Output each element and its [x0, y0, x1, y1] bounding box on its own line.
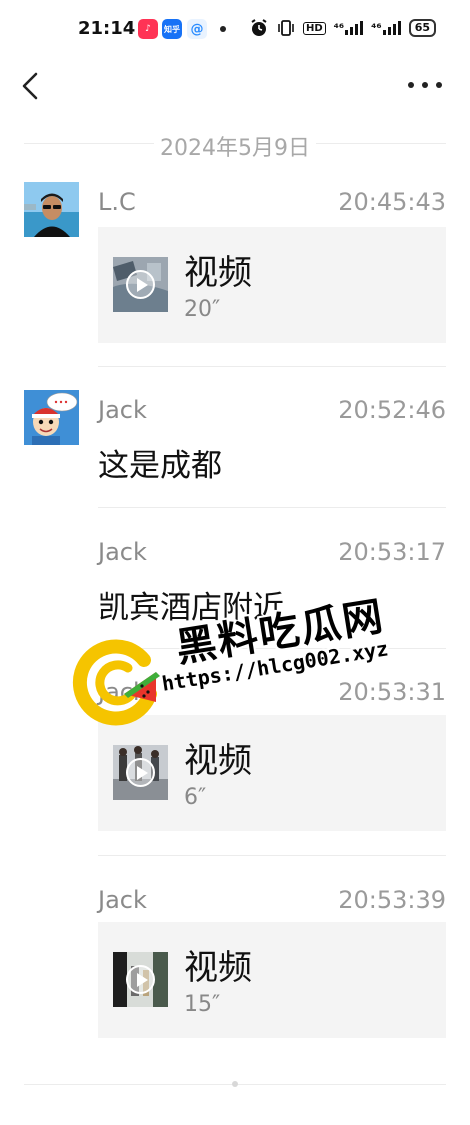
- video-label: 视频: [184, 253, 252, 293]
- date-divider: 2024年5月9日: [24, 124, 446, 164]
- ellipsis-icon-dot: [436, 82, 442, 88]
- chat-message: Jack 20:53:17 凯宾酒店附近: [0, 532, 470, 632]
- message-time: 20:53:31: [338, 678, 446, 706]
- video-thumbnail: [113, 257, 168, 312]
- play-icon: [126, 270, 155, 299]
- loading-dot-icon: [232, 1081, 238, 1087]
- sender-name: Jack: [98, 886, 147, 914]
- status-bar: 21:14 ♪ 知乎 @ HD ⁴⁶ ⁴⁶ 65: [0, 0, 470, 58]
- video-message-card[interactable]: 视频 15″: [98, 922, 446, 1038]
- message-time: 20:53:17: [338, 538, 446, 566]
- status-time: 21:14: [78, 18, 136, 39]
- message-text: 凯宾酒店附近: [98, 590, 284, 626]
- message-time: 20:45:43: [338, 188, 446, 216]
- sender-name: Jack: [98, 396, 147, 424]
- notification-dot-icon: [220, 26, 226, 32]
- chat-message: L.C 20:45:43 视频 20″: [0, 182, 470, 352]
- sender-name: L.C: [98, 188, 136, 216]
- message-separator: [98, 507, 446, 508]
- chat-message: Jack 20:53:31 视频 6″: [0, 672, 470, 842]
- signal-icon: ⁴⁶: [334, 21, 364, 35]
- chat-message: Jack 20:53:39 视频 15″: [0, 880, 470, 1050]
- video-message-card[interactable]: 视频 20″: [98, 227, 446, 343]
- message-separator: [98, 366, 446, 367]
- message-time: 20:52:46: [338, 396, 446, 424]
- video-label: 视频: [184, 948, 252, 988]
- play-icon: [126, 758, 155, 787]
- video-label: 视频: [184, 741, 252, 781]
- video-duration: 20″: [184, 297, 221, 322]
- video-duration: 15″: [184, 992, 221, 1017]
- ellipsis-icon-dot: [422, 82, 428, 88]
- chevron-left-icon: [22, 72, 38, 100]
- play-icon: [126, 965, 155, 994]
- message-text: 这是成都: [98, 448, 222, 484]
- back-button[interactable]: [18, 66, 48, 106]
- message-separator: [98, 855, 446, 856]
- douyin-icon: ♪: [138, 19, 158, 39]
- sender-name: Jack: [98, 538, 147, 566]
- avatar[interactable]: [24, 390, 79, 445]
- video-thumbnail: [113, 952, 168, 1007]
- avatar-cartoon-icon: [24, 390, 79, 445]
- more-options-button[interactable]: [408, 70, 442, 100]
- avatar[interactable]: [24, 182, 79, 237]
- video-duration: 6″: [184, 785, 207, 810]
- chat-message: Jack 20:52:46 这是成都: [0, 390, 470, 490]
- video-thumbnail: [113, 745, 168, 800]
- ellipsis-icon-dot: [408, 82, 414, 88]
- status-right-cluster: HD ⁴⁶ ⁴⁶ 65: [249, 18, 436, 38]
- at-app-icon: @: [187, 19, 207, 39]
- message-time: 20:53:39: [338, 886, 446, 914]
- message-separator: [98, 648, 446, 649]
- signal-icon-2: ⁴⁶: [371, 21, 401, 35]
- battery-icon: 65: [408, 19, 436, 37]
- sender-name: Jack: [98, 678, 147, 706]
- hd-icon: HD: [302, 21, 326, 35]
- date-label: 2024年5月9日: [154, 136, 316, 161]
- vibrate-icon: [278, 20, 294, 36]
- video-message-card[interactable]: 视频 6″: [98, 715, 446, 831]
- nav-bar: [0, 58, 470, 114]
- zhihu-icon: 知乎: [162, 19, 182, 39]
- alarm-icon: [251, 19, 267, 36]
- avatar-photo-icon: [24, 182, 79, 237]
